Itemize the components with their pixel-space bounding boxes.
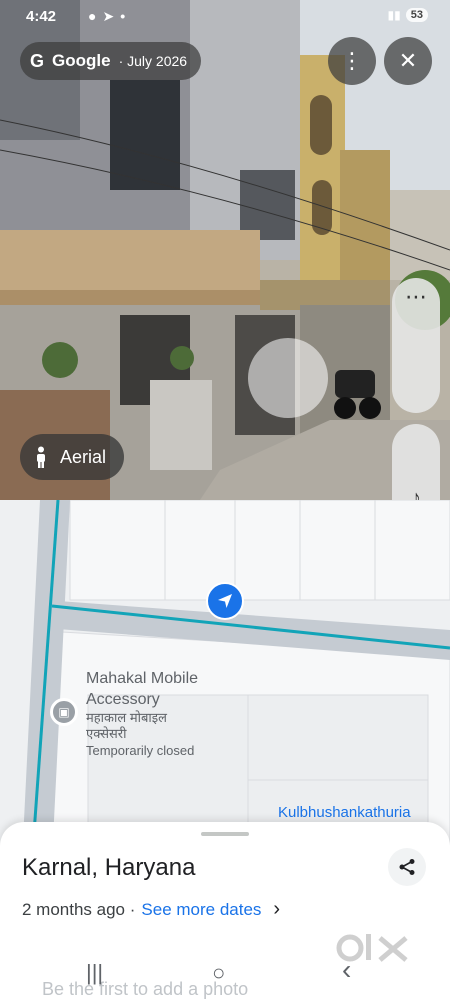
dot-icon: •: [120, 8, 126, 24]
aerial-label: Aerial: [60, 446, 107, 467]
telegram-icon: ➤: [102, 8, 115, 24]
place-status: Temporarily closed: [86, 743, 195, 758]
aerial-button[interactable]: Aerial: [20, 434, 125, 480]
more-options-button[interactable]: ⋮: [328, 37, 376, 85]
sheet-drag-handle[interactable]: [201, 832, 249, 836]
chat-icon: ●: [88, 8, 97, 24]
navigation-arrow-icon: [218, 594, 232, 608]
imagery-date-chip[interactable]: G Google · July 2026: [20, 42, 202, 80]
time-ago: 2 months ago ·: [22, 899, 136, 919]
chevron-right-icon[interactable]: ›: [273, 898, 280, 921]
home-icon[interactable]: ○: [212, 960, 225, 986]
signal-icon: ▮▮: [387, 8, 401, 22]
location-title: Karnal, Haryana: [22, 854, 196, 881]
place-hindi-line1: महाकाल मोबाइल: [86, 710, 167, 725]
place-name[interactable]: Mahakal Mobile Accessory: [86, 668, 198, 710]
status-system-icons: ▮▮ 53: [388, 8, 428, 22]
place-name-line2: Accessory: [86, 691, 160, 708]
brand-label: Google: [52, 51, 111, 70]
side-panel-menu[interactable]: ⋯: [392, 278, 440, 413]
recent-apps-icon[interactable]: |||: [86, 960, 103, 986]
current-location-arrow[interactable]: [206, 582, 244, 620]
place-name-hindi: महाकाल मोबाइल एक्सेसरी: [86, 710, 167, 742]
place-hindi-line2: एक्सेसरी: [86, 726, 127, 741]
share-button[interactable]: [388, 848, 426, 886]
street-label: Kulbhushankathuria: [278, 804, 411, 821]
share-icon: [399, 859, 415, 875]
more-horiz-icon: ⋯: [405, 284, 427, 309]
see-more-dates-link[interactable]: See more dates: [141, 900, 261, 920]
street-view-nav-ring[interactable]: [248, 338, 328, 418]
person-icon: [37, 446, 45, 468]
capture-date-row: 2 months ago · See more dates ›: [22, 898, 280, 921]
battery-icon: 53: [405, 8, 428, 22]
status-time: 4:42: [26, 8, 57, 25]
close-button[interactable]: ✕: [384, 37, 432, 85]
system-nav-bar: ||| ○ ‹: [0, 950, 450, 1000]
place-pin[interactable]: ▣: [50, 698, 78, 726]
imagery-date: · July 2026: [118, 53, 188, 69]
status-notification-icons: ● ➤ •: [88, 8, 125, 25]
place-name-line1: Mahakal Mobile: [86, 670, 199, 687]
more-vert-icon: ⋮: [341, 48, 363, 73]
lock-icon: ▣: [58, 705, 70, 719]
close-icon: ✕: [398, 48, 418, 73]
status-bar: 4:42 ● ➤ • ▮▮ 53: [0, 0, 450, 34]
back-icon[interactable]: ‹: [342, 954, 351, 986]
google-g-icon: G: [30, 50, 45, 71]
